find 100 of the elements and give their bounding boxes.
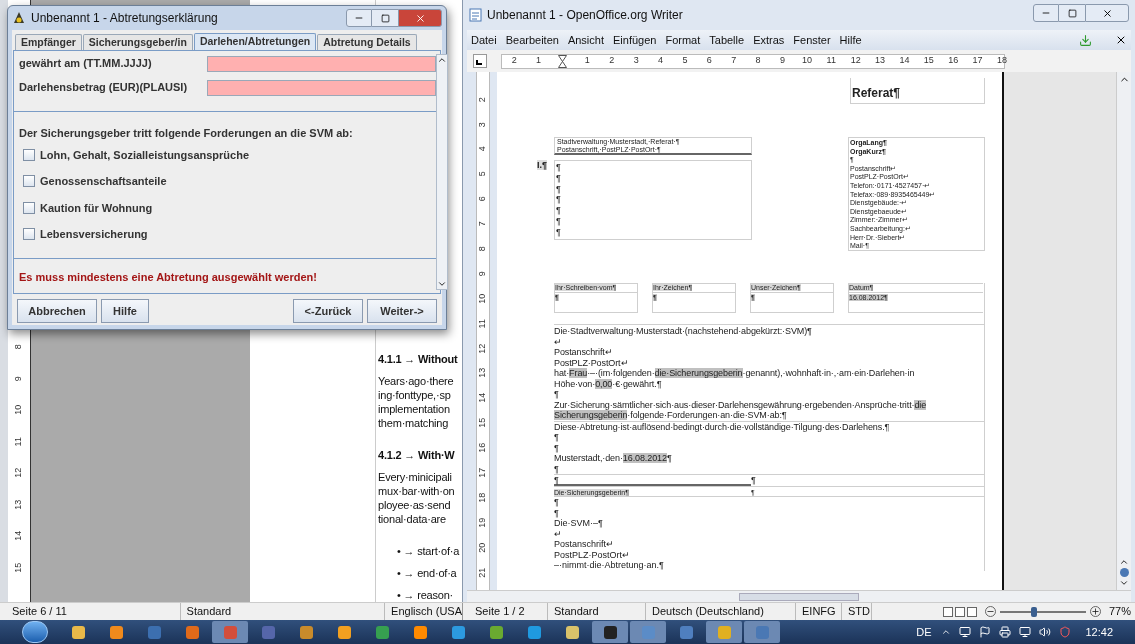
- checkbox-label: Lohn, Gehalt, Sozialleistungsansprüche: [40, 147, 250, 163]
- maximize-button[interactable]: [1059, 4, 1085, 22]
- ruler-number: 15: [922, 54, 935, 68]
- app-icon: [565, 625, 579, 639]
- tab-stop-button[interactable]: [473, 54, 487, 68]
- minimize-button[interactable]: [1033, 4, 1059, 22]
- view-layout-icon[interactable]: [954, 606, 965, 617]
- show-hidden-icons-icon[interactable]: [941, 627, 952, 637]
- monitor-icon[interactable]: [959, 626, 972, 638]
- keyboard-language[interactable]: DE: [916, 623, 932, 641]
- section-mark: I.¶: [537, 160, 547, 170]
- close-icon: [414, 12, 426, 24]
- ruler-number: 11: [825, 54, 837, 68]
- paragraph-mark: ¶: [556, 172, 561, 184]
- tab[interactable]: Darlehen/Abtretungen: [193, 33, 317, 50]
- horizontal-scrollbar[interactable]: [467, 590, 1131, 602]
- tab[interactable]: Sicherungsgeber/in: [82, 34, 193, 50]
- document-line: ¶: [554, 463, 559, 474]
- status-text: Seite 1 / 2: [475, 605, 525, 618]
- ruler-number: 9: [12, 375, 25, 381]
- zoom-thumb[interactable]: [1031, 606, 1038, 617]
- scroll-down-icon[interactable]: [437, 279, 447, 289]
- signature-text: ¶: [751, 475, 756, 485]
- ruler-number: 3: [632, 54, 640, 68]
- dialog-button[interactable]: Abbrechen: [17, 299, 97, 323]
- ruler-number: 11: [12, 436, 25, 446]
- menu-item[interactable]: Fenster: [793, 31, 831, 49]
- document-line: ↵: [554, 336, 562, 347]
- ruler-number: 18: [476, 492, 489, 503]
- menu-item[interactable]: Ansicht: [567, 31, 604, 49]
- maximize-icon: [380, 13, 390, 23]
- tab[interactable]: Abtretung Details: [317, 34, 417, 50]
- tab[interactable]: Empfänger: [15, 34, 82, 50]
- checkbox[interactable]: [23, 148, 35, 161]
- menu-item[interactable]: Einfügen: [613, 31, 657, 49]
- close-icon[interactable]: [1115, 34, 1127, 46]
- menu-item[interactable]: Format: [665, 31, 701, 49]
- minimize-button[interactable]: [346, 9, 372, 27]
- volume-icon[interactable]: [1039, 626, 1052, 638]
- view-layout-icon[interactable]: [966, 606, 977, 617]
- app-icon: [755, 625, 769, 639]
- scrollbar[interactable]: [436, 54, 448, 290]
- clock-time[interactable]: 12:42: [1085, 623, 1113, 641]
- close-button[interactable]: [1085, 4, 1129, 22]
- dialog-button[interactable]: <-Zurück: [293, 299, 363, 323]
- shield-icon[interactable]: [1059, 626, 1072, 638]
- maximize-button[interactable]: [372, 9, 398, 27]
- input-field[interactable]: [207, 55, 436, 72]
- previous-page-icon[interactable]: [1119, 557, 1129, 567]
- dialog-button[interactable]: Weiter->: [367, 299, 437, 323]
- vertical-scrollbar[interactable]: [1116, 72, 1131, 590]
- document-line: Sicherungsgeberin·folgende·Forderungen·an·die·SVM·ab:¶: [554, 410, 787, 421]
- document-line: ↵: [554, 528, 562, 539]
- app-icon: [679, 625, 693, 639]
- ruler-number: 3: [476, 121, 489, 127]
- app-icon: [299, 625, 313, 639]
- menu-item[interactable]: Datei: [471, 31, 497, 49]
- next-page-icon[interactable]: [1119, 578, 1129, 588]
- document-line: Postanschrift↵: [554, 347, 613, 358]
- menu-item[interactable]: Extras: [753, 31, 785, 49]
- ruler-number: 20: [476, 542, 489, 553]
- signature-text: ¶: [554, 475, 559, 485]
- menu-item[interactable]: Bearbeiten: [505, 31, 559, 49]
- text-line: them·matching: [378, 416, 449, 430]
- start-button[interactable]: [22, 621, 48, 643]
- dialog-button[interactable]: Hilfe: [101, 299, 149, 323]
- checkbox[interactable]: [23, 175, 35, 188]
- download-icon[interactable]: [1079, 33, 1092, 47]
- ruler-number: 9: [779, 54, 786, 68]
- ruler-number: 15: [12, 562, 25, 573]
- indent-marker-icon[interactable]: [558, 54, 568, 68]
- printer-icon[interactable]: [999, 626, 1012, 638]
- text-line: Every·minicipali: [378, 470, 452, 484]
- flag-icon[interactable]: [979, 626, 992, 638]
- view-layout-icon[interactable]: [942, 606, 953, 617]
- paragraph-mark: ¶: [556, 226, 561, 238]
- scroll-up-icon[interactable]: [437, 55, 447, 65]
- zoom-in-icon[interactable]: [1089, 606, 1101, 617]
- taskbar-app-button[interactable]: [592, 621, 628, 643]
- ruler-number: 2: [608, 54, 616, 68]
- checkbox[interactable]: [23, 201, 35, 214]
- menu-item[interactable]: Hilfe: [839, 31, 862, 49]
- bullet-item: • → start·of·a: [397, 544, 460, 558]
- menu-item[interactable]: Tabelle: [709, 31, 745, 49]
- status-text: Seite 6 / 11: [12, 605, 67, 618]
- ruler-number: 1: [583, 54, 591, 68]
- ruler-number: 2: [476, 96, 489, 102]
- prompt-text: Der Sicherungsgeber tritt folgende Forderungen an die SVM ab:: [18, 126, 354, 141]
- navigator-icon[interactable]: [1119, 568, 1129, 577]
- heading: 4.1.2 → With·W: [378, 448, 455, 462]
- checkbox-label: Genossenschaftsanteile: [40, 174, 167, 189]
- bullet-item: • → reason·: [397, 588, 454, 602]
- ruler-number: 9: [476, 271, 489, 277]
- document-line: –·nimmt·die·Abtretung·an.¶: [554, 560, 664, 571]
- ruler-number: 13: [12, 499, 25, 510]
- checkbox[interactable]: [23, 228, 35, 241]
- ruler-number: 19: [476, 517, 489, 528]
- input-field[interactable]: [207, 79, 436, 96]
- app-icon: [185, 625, 199, 639]
- app-icon: [527, 625, 541, 639]
